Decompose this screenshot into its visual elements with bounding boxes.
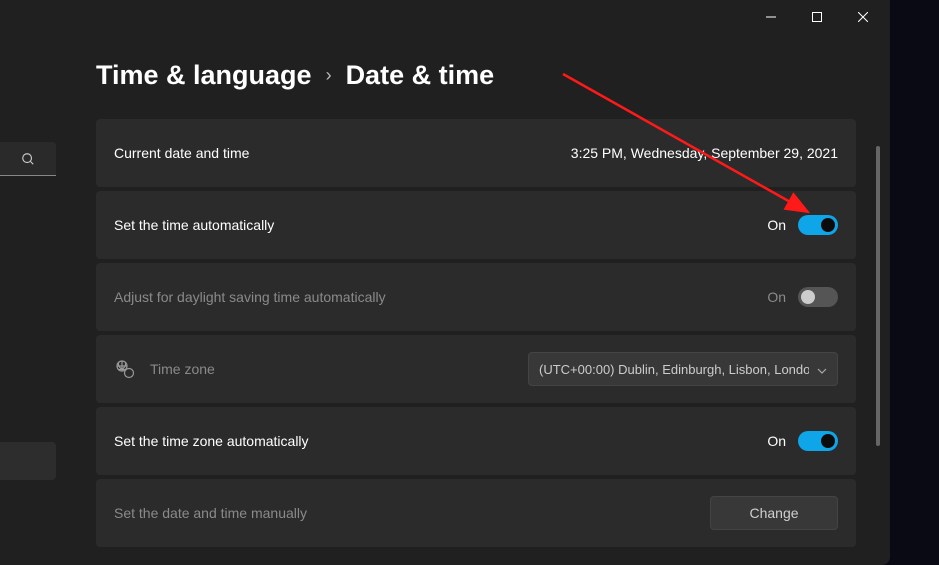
timezone-label: Time zone bbox=[150, 361, 514, 377]
dst-toggle-wrap: On bbox=[767, 287, 838, 307]
minimize-button[interactable] bbox=[748, 2, 794, 32]
auto-zone-toggle-wrap: On bbox=[767, 431, 838, 451]
manual-datetime-row: Set the date and time manually Change bbox=[96, 479, 856, 547]
current-datetime-label: Current date and time bbox=[114, 145, 557, 161]
close-button[interactable] bbox=[840, 2, 886, 32]
maximize-button[interactable] bbox=[794, 2, 840, 32]
auto-zone-row: Set the time zone automatically On bbox=[96, 407, 856, 475]
timezone-dropdown[interactable]: (UTC+00:00) Dublin, Edinburgh, Lisbon, L… bbox=[528, 352, 838, 386]
auto-time-row: Set the time automatically On bbox=[96, 191, 856, 259]
current-datetime-row: Current date and time 3:25 PM, Wednesday… bbox=[96, 119, 856, 187]
current-datetime-value: 3:25 PM, Wednesday, September 29, 2021 bbox=[571, 145, 838, 161]
chevron-right-icon: › bbox=[326, 65, 332, 86]
timezone-row: Time zone (UTC+00:00) Dublin, Edinburgh,… bbox=[96, 335, 856, 403]
timezone-selected: (UTC+00:00) Dublin, Edinburgh, Lisbon, L… bbox=[539, 362, 809, 377]
globe-icon bbox=[114, 358, 136, 380]
sidebar-nav-item[interactable] bbox=[0, 442, 56, 480]
scrollbar[interactable] bbox=[876, 146, 880, 446]
main-panel: Time & language › Date & time Current da… bbox=[56, 34, 890, 565]
auto-time-toggle-wrap: On bbox=[767, 215, 838, 235]
breadcrumb-current: Date & time bbox=[346, 60, 495, 91]
dst-toggle-state: On bbox=[767, 289, 786, 305]
sidebar bbox=[0, 34, 56, 565]
dst-toggle bbox=[798, 287, 838, 307]
breadcrumb: Time & language › Date & time bbox=[96, 60, 860, 91]
dst-label: Adjust for daylight saving time automati… bbox=[114, 289, 753, 305]
content-area: Time & language › Date & time Current da… bbox=[0, 34, 890, 565]
manual-datetime-label: Set the date and time manually bbox=[114, 505, 696, 521]
auto-time-label: Set the time automatically bbox=[114, 217, 753, 233]
settings-window: Time & language › Date & time Current da… bbox=[0, 0, 890, 565]
auto-time-toggle[interactable] bbox=[798, 215, 838, 235]
breadcrumb-parent[interactable]: Time & language bbox=[96, 60, 312, 91]
auto-time-toggle-state: On bbox=[767, 217, 786, 233]
window-titlebar bbox=[0, 0, 890, 34]
auto-zone-label: Set the time zone automatically bbox=[114, 433, 753, 449]
settings-list: Current date and time 3:25 PM, Wednesday… bbox=[96, 119, 860, 547]
auto-zone-toggle[interactable] bbox=[798, 431, 838, 451]
chevron-down-icon bbox=[817, 362, 827, 377]
change-button[interactable]: Change bbox=[710, 496, 838, 530]
search-input[interactable] bbox=[0, 142, 56, 176]
auto-zone-toggle-state: On bbox=[767, 433, 786, 449]
dst-row: Adjust for daylight saving time automati… bbox=[96, 263, 856, 331]
